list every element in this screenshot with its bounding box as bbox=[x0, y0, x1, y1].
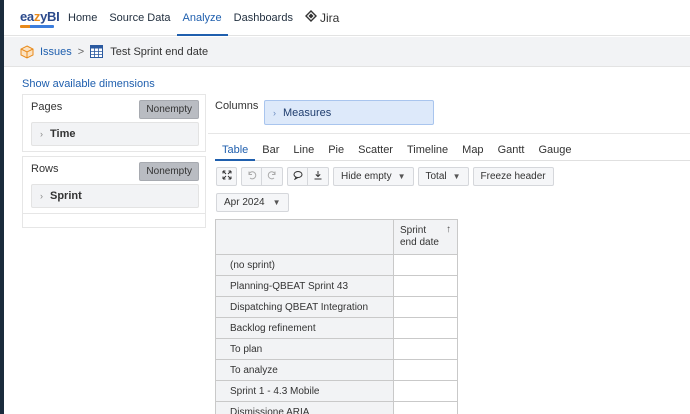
rows-dimension-sprint[interactable]: › Sprint bbox=[31, 184, 199, 208]
chevron-down-icon: ▼ bbox=[452, 172, 461, 181]
top-navigation: eazyBI Home Source Data Analyze Dashboar… bbox=[4, 0, 690, 36]
table-cell bbox=[393, 275, 458, 297]
table-row: Sprint 1 - 4.3 Mobile bbox=[215, 380, 458, 402]
redo-button[interactable] bbox=[262, 167, 283, 186]
chevron-right-icon: › bbox=[273, 107, 276, 118]
row-header[interactable]: To plan bbox=[215, 338, 394, 360]
row-header[interactable]: Dispatching QBEAT Integration bbox=[215, 296, 394, 318]
chevron-down-icon: ▼ bbox=[397, 172, 406, 181]
table-cell bbox=[393, 338, 458, 360]
eazybi-logo[interactable]: eazyBI bbox=[20, 7, 60, 29]
undo-redo-group bbox=[241, 167, 283, 186]
table-cell bbox=[393, 380, 458, 402]
rows-panel: Rows Nonempty › Sprint bbox=[22, 156, 206, 214]
comment-export-group bbox=[287, 167, 329, 186]
rows-label: Rows bbox=[31, 163, 59, 175]
nav-home[interactable]: Home bbox=[62, 0, 103, 36]
table-cell bbox=[393, 401, 458, 414]
table-row: Planning-QBEAT Sprint 43 bbox=[215, 275, 458, 297]
breadcrumb-issues-link[interactable]: Issues bbox=[40, 46, 72, 58]
table-cell bbox=[393, 296, 458, 318]
row-header[interactable]: Sprint 1 - 4.3 Mobile bbox=[215, 380, 394, 402]
row-header[interactable]: (no sprint) bbox=[215, 254, 394, 276]
chevron-right-icon: › bbox=[40, 191, 43, 201]
tab-timeline[interactable]: Timeline bbox=[400, 140, 455, 161]
columns-label: Columns bbox=[215, 100, 259, 112]
table-row: To plan bbox=[215, 338, 458, 360]
breadcrumb: Issues > Test Sprint end date bbox=[4, 37, 690, 67]
pages-nonempty-button[interactable]: Nonempty bbox=[139, 100, 199, 119]
tab-gauge[interactable]: Gauge bbox=[531, 140, 578, 161]
freeze-header-button[interactable]: Freeze header bbox=[472, 167, 554, 186]
fullscreen-button[interactable] bbox=[216, 167, 237, 186]
table-cell bbox=[393, 254, 458, 276]
row-header[interactable]: Planning-QBEAT Sprint 43 bbox=[215, 275, 394, 297]
breadcrumb-separator: > bbox=[77, 45, 85, 58]
expand-icon bbox=[222, 170, 232, 183]
pages-label: Pages bbox=[31, 101, 63, 113]
rows-nonempty-button[interactable]: Nonempty bbox=[139, 162, 199, 181]
nav-analyze[interactable]: Analyze bbox=[176, 0, 228, 36]
redo-icon bbox=[267, 170, 277, 183]
cube-icon bbox=[20, 44, 34, 59]
nav-source-data[interactable]: Source Data bbox=[103, 0, 176, 36]
table-row: Dispatching QBEAT Integration bbox=[215, 296, 458, 318]
hide-empty-dropdown[interactable]: Hide empty ▼ bbox=[333, 167, 414, 186]
row-header[interactable]: Backlog refinement bbox=[215, 317, 394, 339]
tab-scatter[interactable]: Scatter bbox=[351, 140, 400, 161]
nav-jira[interactable]: Jira bbox=[299, 0, 345, 36]
table-corner-cell bbox=[215, 219, 394, 255]
comment-icon bbox=[293, 170, 303, 183]
view-tabs: Table Bar Line Pie Scatter Timeline Map … bbox=[215, 140, 690, 161]
columns-dimension-measures[interactable]: › Measures bbox=[264, 100, 434, 125]
tab-pie[interactable]: Pie bbox=[321, 140, 351, 161]
table-cell bbox=[393, 317, 458, 339]
table-report-icon bbox=[90, 44, 104, 59]
row-header[interactable]: Dismissione ARIA bbox=[215, 401, 394, 414]
rows-panel-extension bbox=[22, 214, 206, 228]
table-row: To analyze bbox=[215, 359, 458, 381]
page-time-selector[interactable]: Apr 2024 ▼ bbox=[216, 193, 289, 212]
tab-bar[interactable]: Bar bbox=[255, 140, 286, 161]
undo-icon bbox=[247, 170, 257, 183]
table-row: Backlog refinement bbox=[215, 317, 458, 339]
comment-button[interactable] bbox=[287, 167, 308, 186]
report-toolbar: Hide empty ▼ Total ▼ Freeze header bbox=[216, 167, 554, 186]
tab-line[interactable]: Line bbox=[286, 140, 321, 161]
chevron-right-icon: › bbox=[40, 129, 43, 139]
chevron-down-icon: ▼ bbox=[272, 198, 281, 207]
pages-dimension-time[interactable]: › Time bbox=[31, 122, 199, 146]
pages-panel: Pages Nonempty › Time bbox=[22, 94, 206, 152]
total-dropdown[interactable]: Total ▼ bbox=[417, 167, 469, 186]
column-header-sprint-end-date[interactable]: Sprint end date ↑ bbox=[393, 219, 458, 255]
undo-button[interactable] bbox=[241, 167, 262, 186]
jira-icon bbox=[304, 10, 317, 25]
report-title: Test Sprint end date bbox=[110, 45, 209, 58]
table-row: Dismissione ARIA bbox=[215, 401, 458, 414]
download-icon bbox=[313, 170, 323, 183]
table-row: (no sprint) bbox=[215, 254, 458, 276]
export-button[interactable] bbox=[308, 167, 329, 186]
nav-dashboards[interactable]: Dashboards bbox=[228, 0, 299, 36]
tab-map[interactable]: Map bbox=[455, 140, 490, 161]
sort-arrow-up-icon[interactable]: ↑ bbox=[446, 224, 451, 236]
row-header[interactable]: To analyze bbox=[215, 359, 394, 381]
tab-gantt[interactable]: Gantt bbox=[491, 140, 532, 161]
table-header-row: Sprint end date ↑ bbox=[215, 219, 458, 255]
table-cell bbox=[393, 359, 458, 381]
tab-table[interactable]: Table bbox=[215, 140, 256, 161]
show-available-dimensions-link[interactable]: Show available dimensions bbox=[22, 78, 155, 90]
report-table: Sprint end date ↑ (no sprint) Planning-Q… bbox=[215, 219, 458, 414]
